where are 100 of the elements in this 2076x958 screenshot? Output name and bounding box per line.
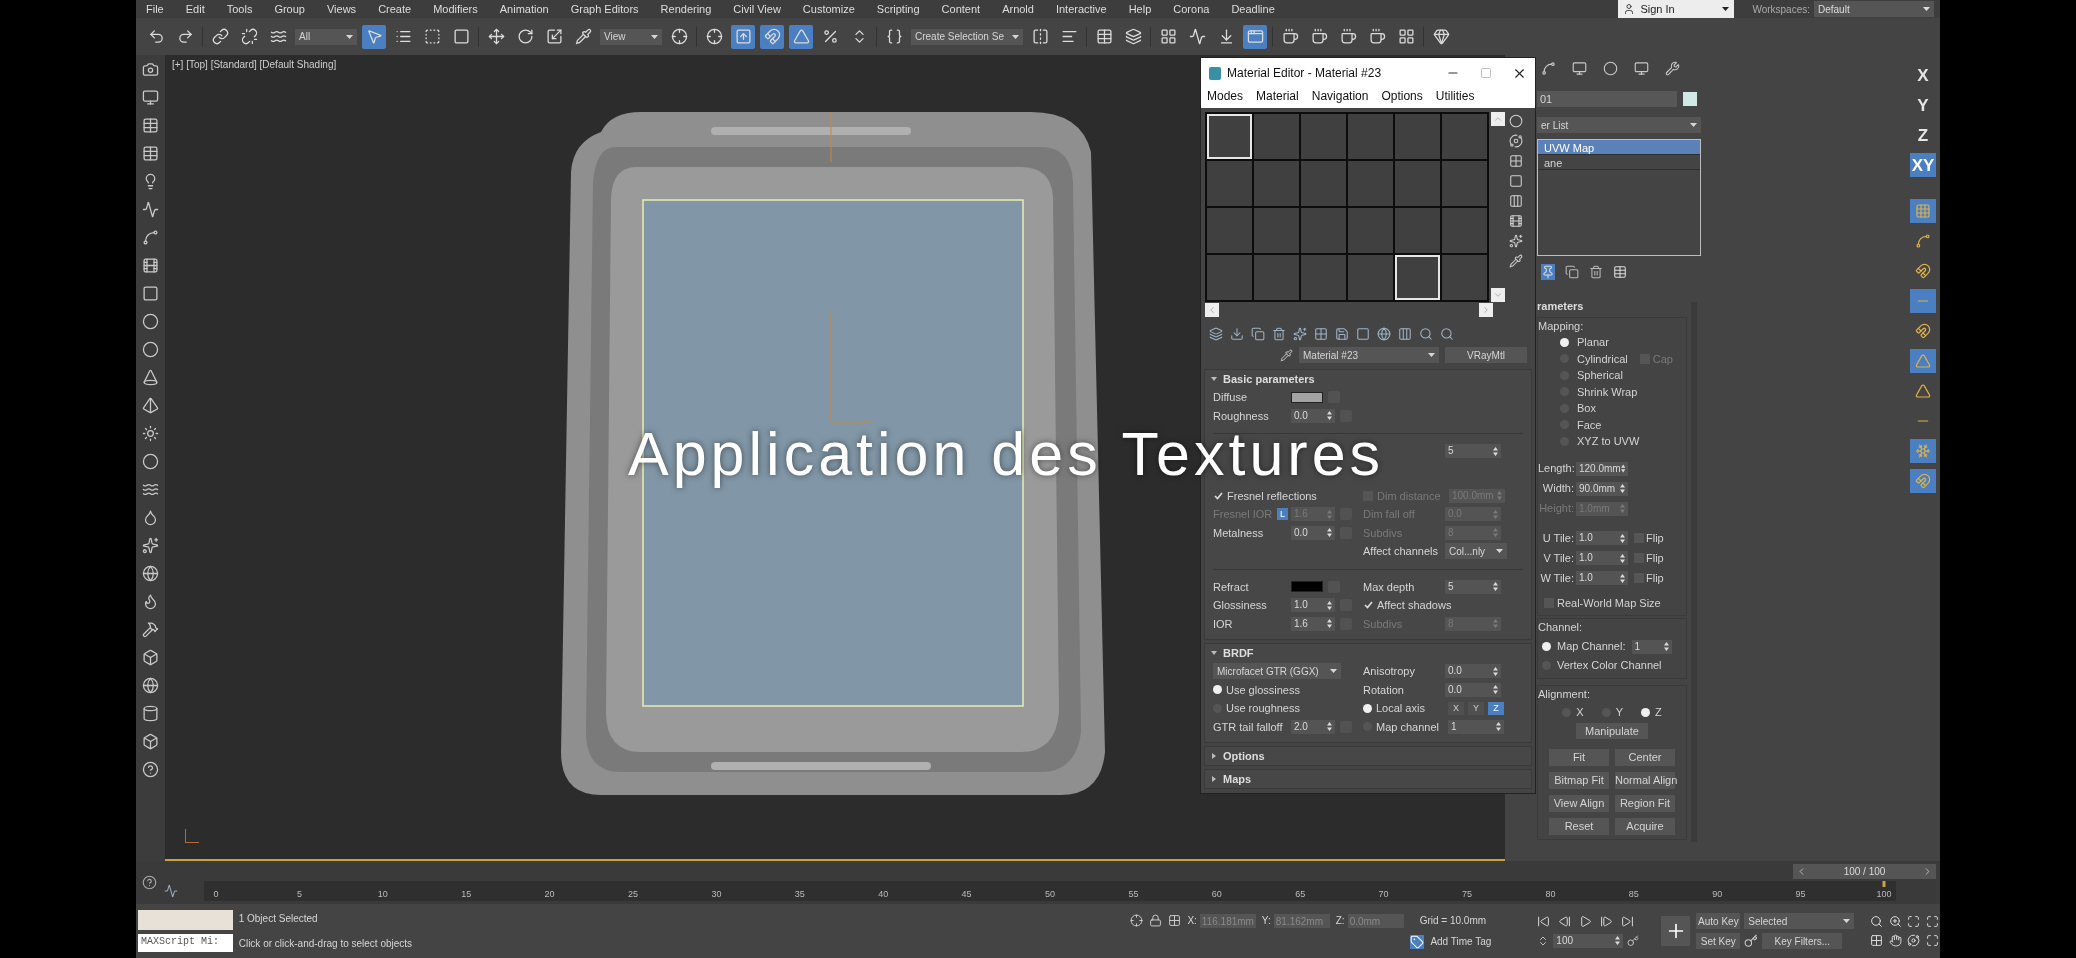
menu-item[interactable]: File xyxy=(146,0,164,18)
dropdown[interactable]: Microfacet GTR (GGX) xyxy=(1213,663,1341,680)
axis-constraint-button[interactable]: X xyxy=(1910,63,1936,87)
dropdown[interactable]: Create Selection Se xyxy=(911,28,1023,45)
spinner-field[interactable]: 5 xyxy=(1445,579,1501,594)
key-filters-button[interactable]: Key Filters... xyxy=(1762,933,1843,949)
frame-tick-label: 50 xyxy=(1045,888,1055,901)
panel-button[interactable]: View Align xyxy=(1549,794,1609,812)
dropdown[interactable]: View xyxy=(600,28,662,45)
parameter-label: U Tile: xyxy=(1541,530,1575,546)
panel-button[interactable]: Normal Align xyxy=(1615,771,1675,789)
menu-item[interactable]: Create xyxy=(378,0,412,18)
sign-in-button[interactable]: Sign In xyxy=(1618,0,1735,18)
axis-button[interactable]: X xyxy=(1448,701,1464,715)
spinner-field[interactable]: 1.0 xyxy=(1291,598,1335,613)
checkbox-label: Flip xyxy=(1646,550,1664,566)
dropdown[interactable]: Selected xyxy=(1744,913,1855,929)
menu-item[interactable]: Civil View xyxy=(733,0,781,18)
menu-item[interactable]: Deadline xyxy=(1231,0,1275,18)
axis-constraint-button[interactable]: Y xyxy=(1910,93,1936,117)
coordinate-label: X: xyxy=(1187,914,1197,928)
radio-label: Use glossiness xyxy=(1226,682,1300,698)
auto-key-button[interactable]: Auto Key xyxy=(1696,913,1741,929)
radio-label: Use roughness xyxy=(1226,701,1300,716)
axis-constraint-button[interactable]: XY xyxy=(1910,153,1936,177)
spinner-field[interactable]: 5 xyxy=(1445,444,1501,459)
frame-tick-label: 15 xyxy=(461,888,472,901)
menu-item[interactable]: Modes xyxy=(1207,87,1244,105)
frame-tick-label: 100 xyxy=(1876,888,1892,901)
menu-item[interactable]: Interactive xyxy=(1055,0,1107,18)
frame-tick-label: 20 xyxy=(544,888,555,901)
panel-button[interactable]: Acquire xyxy=(1615,817,1675,835)
spinner-field[interactable]: 1.0 xyxy=(1576,531,1628,545)
menu-item[interactable]: Customize xyxy=(802,0,855,18)
menu-item[interactable]: Help xyxy=(1128,0,1152,18)
spinner-field[interactable]: 100 xyxy=(1553,933,1624,948)
menu-item[interactable]: Modifiers xyxy=(433,0,478,18)
menu-item[interactable]: Scripting xyxy=(876,0,920,18)
menu-item[interactable]: Tools xyxy=(226,0,253,18)
menu-item[interactable]: Animation xyxy=(499,0,549,18)
rollout-title: BRDF xyxy=(1223,645,1254,661)
panel-button[interactable]: Bitmap Fit xyxy=(1549,771,1609,789)
dropdown[interactable]: Col...nly xyxy=(1445,543,1507,560)
menu-item[interactable]: Utilities xyxy=(1435,87,1475,105)
frame-tick-label: 55 xyxy=(1128,888,1139,901)
axis-constraint-button[interactable]: Z xyxy=(1910,123,1936,147)
stack-item[interactable]: ane xyxy=(1538,155,1700,170)
spinner-field[interactable]: 0.0 xyxy=(1445,682,1501,697)
grid-size-text: Grid = 10.0mm xyxy=(1419,914,1487,928)
menu-item[interactable]: Content xyxy=(941,0,981,18)
parameter-label: Metalness xyxy=(1213,525,1265,541)
menu-item[interactable]: Navigation xyxy=(1311,87,1369,105)
spinner-field[interactable]: 90.0mm xyxy=(1576,481,1628,496)
radio-label: XYZ to UVW xyxy=(1577,434,1640,449)
panel-button[interactable]: Center xyxy=(1615,748,1675,766)
rollout-header[interactable]: Options xyxy=(1205,747,1531,765)
dropdown[interactable]: All xyxy=(295,28,357,45)
workspaces-label: Workspaces: xyxy=(1752,2,1810,17)
spinner-field[interactable]: 1.0 xyxy=(1576,551,1628,565)
axis-button[interactable]: Y xyxy=(1468,701,1484,715)
spinner-field[interactable]: 0.0 xyxy=(1445,664,1501,679)
menu-item[interactable]: Corona xyxy=(1173,0,1210,18)
spinner-field[interactable]: 120.0mm xyxy=(1576,461,1628,476)
frame-tick-label: 35 xyxy=(794,888,805,901)
workspace-dropdown[interactable]: Default xyxy=(1814,1,1934,17)
panel-button[interactable]: Region Fit xyxy=(1615,794,1675,812)
frame-tick-label: 80 xyxy=(1545,888,1556,901)
spinner-field[interactable]: 1.6 xyxy=(1291,616,1335,631)
menu-item[interactable]: Material xyxy=(1256,87,1299,105)
panel-button[interactable]: Fit xyxy=(1549,748,1609,766)
spinner-field[interactable]: 0.0 xyxy=(1291,525,1335,540)
menu-item[interactable]: Group xyxy=(274,0,305,18)
axis-button[interactable]: Z xyxy=(1488,701,1504,715)
menu-item[interactable]: Edit xyxy=(185,0,205,18)
spinner-field[interactable]: 2.0 xyxy=(1291,719,1335,734)
menu-item[interactable]: Arnold xyxy=(1002,0,1034,18)
spinner-field[interactable]: 1 xyxy=(1631,639,1672,654)
stack-item[interactable]: UVW Map xyxy=(1538,140,1700,155)
prompt-text: Click or click-and-drag to select objects xyxy=(238,937,414,951)
add-time-tag-link[interactable]: Add Time Tag xyxy=(1430,934,1492,949)
spinner-field[interactable]: 1.0 xyxy=(1576,571,1628,585)
menu-item[interactable]: Rendering xyxy=(660,0,712,18)
manipulate-button[interactable]: Manipulate xyxy=(1576,722,1648,739)
dropdown[interactable]: er List xyxy=(1537,117,1701,133)
spinner-field[interactable]: 1 xyxy=(1448,719,1504,734)
panel-button[interactable]: Reset xyxy=(1549,817,1609,835)
set-key-button[interactable]: Set Key xyxy=(1696,933,1741,949)
menu-item[interactable]: Views xyxy=(326,0,357,18)
frame-tick-label: 75 xyxy=(1462,888,1472,901)
menu-item[interactable]: Options xyxy=(1381,87,1423,105)
parameter-label: W Tile: xyxy=(1539,570,1575,586)
material-type-button[interactable]: VRayMtl xyxy=(1445,347,1527,363)
viewport-label[interactable]: [+] [Top] [Standard] [Default Shading] xyxy=(172,57,337,72)
listener-input-field[interactable]: MAXScript Mi: xyxy=(138,934,233,952)
time-ruler[interactable]: 0 5 10 15 20 25 30 35 40 45 50 55 60 65 70 75 80 85 90 95 100 xyxy=(204,881,1896,901)
object-name-field[interactable]: 01 xyxy=(1537,91,1677,107)
spinner-field[interactable]: 0.0 xyxy=(1291,408,1335,423)
menu-item[interactable]: Graph Editors xyxy=(570,0,639,18)
rollout-header[interactable]: Maps xyxy=(1205,770,1531,788)
dropdown[interactable]: Material #23 xyxy=(1299,347,1439,363)
